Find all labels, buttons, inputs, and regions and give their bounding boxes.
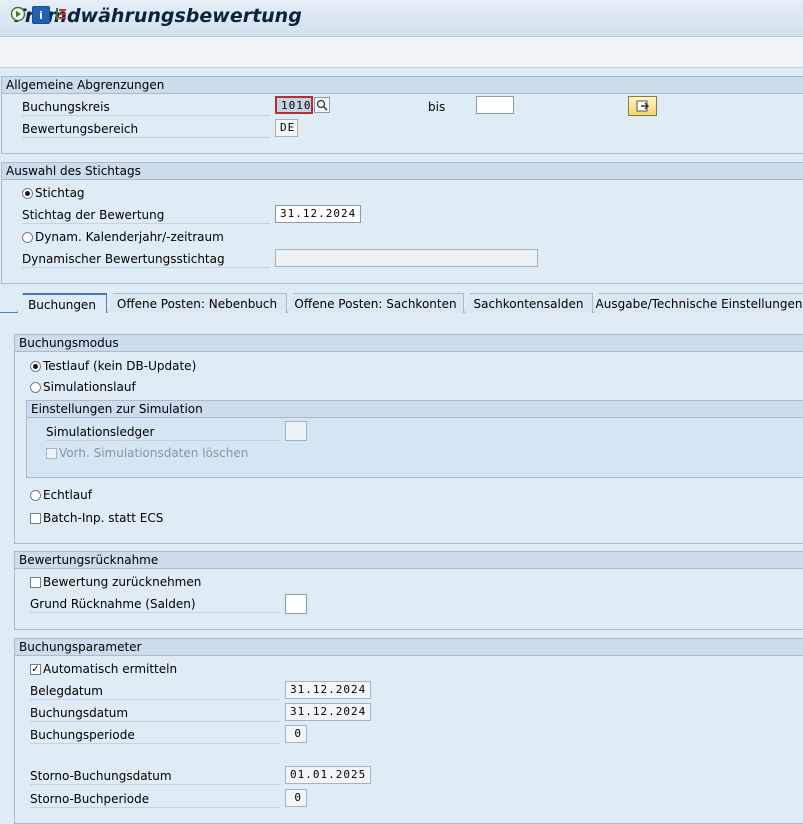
- test-run-label: Testlauf (kein DB-Update): [43, 359, 197, 373]
- simulation-settings-header: Einstellungen zur Simulation: [27, 401, 803, 418]
- reversal-box: Bewertungsrücknahme: [14, 551, 803, 630]
- info-icon[interactable]: i: [32, 6, 50, 24]
- simulation-ledger-field: [285, 421, 307, 441]
- dynamic-radio-label: Dynam. Kalenderjahr/-zeitraum: [35, 230, 224, 244]
- posting-params-header: Buchungsparameter: [15, 639, 803, 656]
- keydate-label: Stichtag der Bewertung: [22, 207, 270, 224]
- delete-simulation-checkbox: [46, 448, 57, 459]
- company-code-to-field[interactable]: [476, 96, 514, 114]
- reversal-date-field[interactable]: 01.01.2025: [285, 766, 371, 784]
- posting-period-field[interactable]: 0: [285, 725, 307, 743]
- posting-date-field[interactable]: 31.12.2024: [285, 703, 371, 721]
- reversal-reason-field[interactable]: [285, 594, 307, 614]
- auto-determine-label: Automatisch ermitteln: [43, 662, 178, 676]
- reversal-reason-label: Grund Rücknahme (Salden): [30, 596, 280, 613]
- application-toolbar: [0, 37, 803, 68]
- production-run-radio[interactable]: [30, 490, 41, 501]
- multiple-selection-button[interactable]: [628, 96, 657, 116]
- posting-mode-header: Buchungsmodus: [15, 335, 803, 352]
- keydate-radio[interactable]: [22, 188, 33, 199]
- test-run-radio[interactable]: [30, 361, 41, 372]
- batch-input-label: Batch-Inp. statt ECS: [43, 511, 164, 525]
- company-code-label: Buchungskreis: [22, 99, 270, 116]
- reverse-valuation-checkbox[interactable]: [30, 577, 41, 588]
- tab-sachkontensalden[interactable]: Sachkontensalden: [464, 293, 593, 313]
- auto-determine-checkbox[interactable]: ✓: [30, 664, 41, 675]
- tab-offene-posten-sachkonten[interactable]: Offene Posten: Sachkonten: [287, 293, 464, 313]
- production-run-label: Echtlauf: [43, 488, 93, 502]
- selection-screen-icon[interactable]: [53, 6, 69, 22]
- tab-ausgabe-technische-einstellungen[interactable]: Ausgabe/Technische Einstellungen: [593, 293, 803, 313]
- company-code-field[interactable]: 1010: [275, 96, 313, 114]
- general-selections-header: Allgemeine Abgrenzungen: [2, 77, 803, 94]
- keydate-radio-label: Stichtag: [35, 186, 85, 200]
- dynamic-keydate-field: [275, 249, 538, 267]
- simulation-run-label: Simulationslauf: [43, 380, 136, 394]
- posting-date-label: Buchungsdatum: [30, 705, 280, 722]
- reversal-date-label: Storno-Buchungsdatum: [30, 768, 280, 785]
- valuation-area-label: Bewertungsbereich: [22, 121, 270, 138]
- reversal-period-label: Storno-Buchperiode: [30, 791, 280, 808]
- keydate-header: Auswahl des Stichtags: [2, 163, 803, 180]
- posting-period-label: Buchungsperiode: [30, 727, 280, 744]
- reversal-period-field[interactable]: 0: [285, 789, 307, 807]
- tab-buchungen[interactable]: Buchungen: [17, 293, 107, 313]
- dynamic-keydate-label: Dynamischer Bewertungsstichtag: [22, 251, 270, 268]
- simulation-run-radio[interactable]: [30, 382, 41, 393]
- reversal-header: Bewertungsrücknahme: [15, 552, 803, 569]
- search-icon: [316, 99, 328, 111]
- document-date-field[interactable]: 31.12.2024: [285, 681, 371, 699]
- document-date-label: Belegdatum: [30, 683, 280, 700]
- batch-input-checkbox[interactable]: [30, 513, 41, 524]
- to-label: bis: [428, 100, 446, 114]
- tab-offene-posten-nebenbuch[interactable]: Offene Posten: Nebenbuch: [107, 293, 287, 313]
- valuation-area-field[interactable]: DE: [275, 119, 298, 137]
- reverse-valuation-label: Bewertung zurücknehmen: [43, 575, 202, 589]
- search-help-button[interactable]: [314, 97, 330, 113]
- keydate-field[interactable]: 31.12.2024: [275, 205, 361, 223]
- multiple-selection-icon: [636, 100, 649, 112]
- execute-icon[interactable]: [10, 6, 26, 22]
- dynamic-radio[interactable]: [22, 232, 33, 243]
- delete-simulation-label: Vorh. Simulationsdaten löschen: [59, 446, 249, 460]
- simulation-ledger-label: Simulationsledger: [46, 424, 280, 441]
